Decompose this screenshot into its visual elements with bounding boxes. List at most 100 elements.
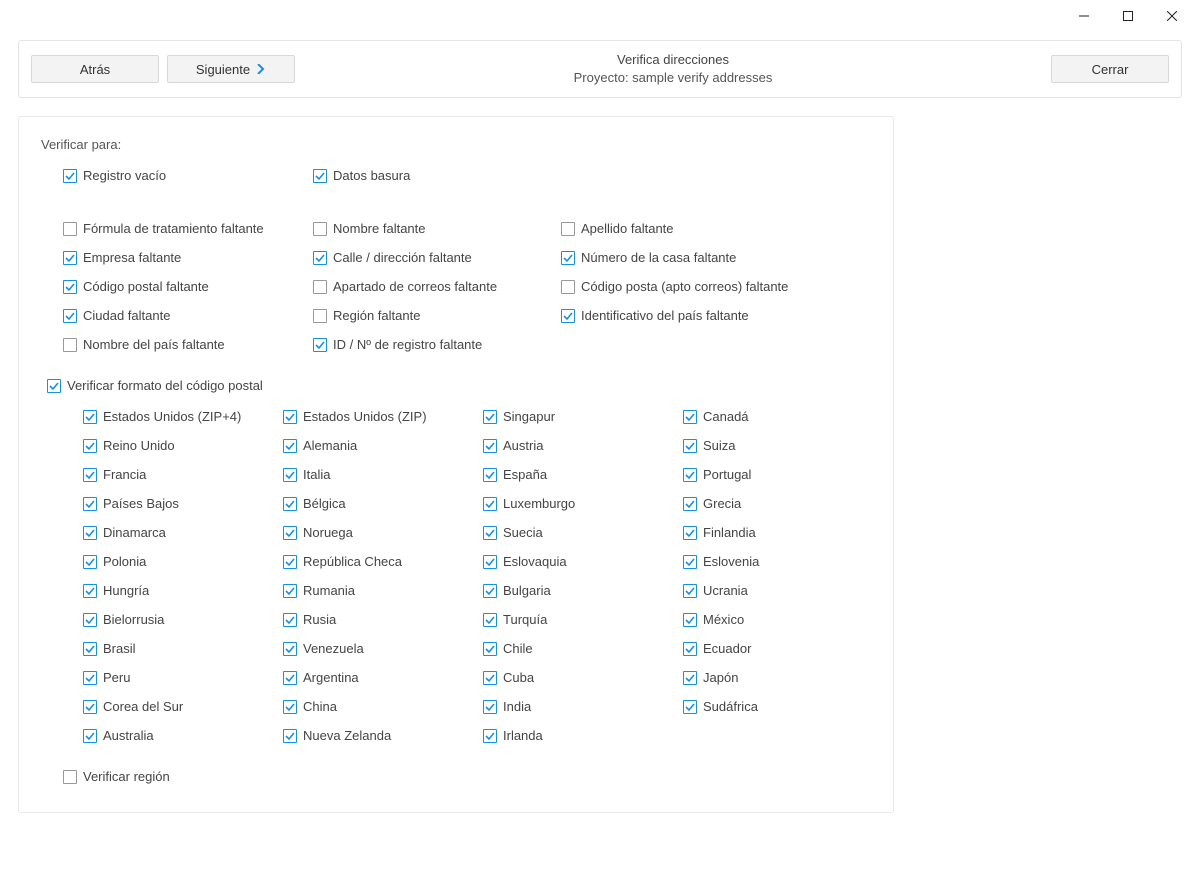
checkbox-company[interactable]: Empresa faltante (63, 250, 313, 265)
checkbox-country-noruega[interactable]: Noruega (283, 525, 483, 540)
checkbox-country-grecia[interactable]: Grecia (683, 496, 883, 511)
checkbox-icon (63, 251, 77, 265)
checkbox-country-australia[interactable]: Australia (83, 728, 283, 743)
checkbox-country-eslovenia[interactable]: Eslovenia (683, 554, 883, 569)
checkbox-country-reino-unido[interactable]: Reino Unido (83, 438, 283, 453)
checkbox-country-b-lgica[interactable]: Bélgica (283, 496, 483, 511)
checkbox-country-argentina[interactable]: Argentina (283, 670, 483, 685)
checkbox-country-jap-n[interactable]: Japón (683, 670, 883, 685)
checkbox-record_id[interactable]: ID / Nº de registro faltante (313, 337, 561, 352)
checkbox-country-finlandia[interactable]: Finlandia (683, 525, 883, 540)
verify-zip-format-label: Verificar formato del código postal (67, 378, 263, 393)
checkbox-country-singapur[interactable]: Singapur (483, 409, 683, 424)
window-close-button[interactable] (1150, 2, 1194, 30)
checkbox-region[interactable]: Región faltante (313, 308, 561, 323)
checks-grid: Registro vacíoDatos basura Fórmula de tra… (63, 168, 871, 352)
checkbox-icon (313, 280, 327, 294)
checkbox-country-hungr-a[interactable]: Hungría (83, 583, 283, 598)
checkbox-country-rumania[interactable]: Rumania (283, 583, 483, 598)
checkbox-country-m-xico[interactable]: México (683, 612, 883, 627)
checkbox-salutation[interactable]: Fórmula de tratamiento faltante (63, 221, 313, 236)
checkbox-country-pa-ses-bajos[interactable]: Países Bajos (83, 496, 283, 511)
checkbox-country-ucrania[interactable]: Ucrania (683, 583, 883, 598)
checkbox-firstname[interactable]: Nombre faltante (313, 221, 561, 236)
checkbox-junk_data[interactable]: Datos basura (313, 168, 561, 183)
checkbox-country-india[interactable]: India (483, 699, 683, 714)
checkbox-icon (483, 700, 497, 714)
checkbox-country-espa-a[interactable]: España (483, 467, 683, 482)
checkbox-country-francia[interactable]: Francia (83, 467, 283, 482)
checkbox-country-eslovaquia[interactable]: Eslovaquia (483, 554, 683, 569)
checkbox-country-china[interactable]: China (283, 699, 483, 714)
checkbox-country-nueva-zelanda[interactable]: Nueva Zelanda (283, 728, 483, 743)
checkbox-country-portugal[interactable]: Portugal (683, 467, 883, 482)
checkbox-country-bielorrusia[interactable]: Bielorrusia (83, 612, 283, 627)
checkbox-icon (683, 700, 697, 714)
checkbox-label: Portugal (703, 467, 751, 482)
checkbox-country-dinamarca[interactable]: Dinamarca (83, 525, 283, 540)
checkbox-label: Ecuador (703, 641, 751, 656)
close-button[interactable]: Cerrar (1051, 55, 1169, 83)
checkbox-lastname[interactable]: Apellido faltante (561, 221, 841, 236)
checkbox-country-estados-unidos-zip-[interactable]: Estados Unidos (ZIP) (283, 409, 483, 424)
checkbox-label: Dinamarca (103, 525, 166, 540)
checkbox-country-italia[interactable]: Italia (283, 467, 483, 482)
checkbox-label: Polonia (103, 554, 146, 569)
checkbox-label: Empresa faltante (83, 250, 181, 265)
checkbox-house_no[interactable]: Número de la casa faltante (561, 250, 841, 265)
checkbox-country-rep-blica-checa[interactable]: República Checa (283, 554, 483, 569)
checkbox-icon (283, 555, 297, 569)
verify-zip-format-checkbox[interactable]: Verificar formato del código postal (47, 378, 871, 393)
checkbox-country-venezuela[interactable]: Venezuela (283, 641, 483, 656)
checkbox-icon (483, 555, 497, 569)
checkbox-label: Bélgica (303, 496, 346, 511)
wizard-header-panel: Atrás Siguiente Verifica direcciones Pro… (18, 40, 1182, 98)
checkbox-label: Japón (703, 670, 738, 685)
checkbox-label: India (503, 699, 531, 714)
checkbox-icon (283, 439, 297, 453)
checkbox-icon (83, 439, 97, 453)
checkbox-pobox_zip[interactable]: Código posta (apto correos) faltante (561, 279, 841, 294)
checkbox-country-suiza[interactable]: Suiza (683, 438, 883, 453)
checkbox-country-rusia[interactable]: Rusia (283, 612, 483, 627)
checkbox-country-austria[interactable]: Austria (483, 438, 683, 453)
checkbox-city[interactable]: Ciudad faltante (63, 308, 313, 323)
checkbox-zip[interactable]: Código postal faltante (63, 279, 313, 294)
checkbox-country-alemania[interactable]: Alemania (283, 438, 483, 453)
checkbox-country-estados-unidos-zip-4-[interactable]: Estados Unidos (ZIP+4) (83, 409, 283, 424)
checkbox-pobox[interactable]: Apartado de correos faltante (313, 279, 561, 294)
checkbox-country-ecuador[interactable]: Ecuador (683, 641, 883, 656)
checkbox-country-chile[interactable]: Chile (483, 641, 683, 656)
checkbox-country-luxemburgo[interactable]: Luxemburgo (483, 496, 683, 511)
window-maximize-button[interactable] (1106, 2, 1150, 30)
checkbox-icon (483, 584, 497, 598)
checkbox-empty_record[interactable]: Registro vacío (63, 168, 313, 183)
checkbox-icon (483, 497, 497, 511)
checkbox-label: Cuba (503, 670, 534, 685)
checkbox-country-suecia[interactable]: Suecia (483, 525, 683, 540)
checkbox-label: Estados Unidos (ZIP) (303, 409, 427, 424)
checkbox-label: Ucrania (703, 583, 748, 598)
checkbox-country-sud-frica[interactable]: Sudáfrica (683, 699, 883, 714)
back-button[interactable]: Atrás (31, 55, 159, 83)
checkbox-label: Nueva Zelanda (303, 728, 391, 743)
checkbox-country_name[interactable]: Nombre del país faltante (63, 337, 313, 352)
checkbox-country-brasil[interactable]: Brasil (83, 641, 283, 656)
checkbox-street[interactable]: Calle / dirección faltante (313, 250, 561, 265)
checkbox-label: República Checa (303, 554, 402, 569)
checkbox-country-canad-[interactable]: Canadá (683, 409, 883, 424)
next-button[interactable]: Siguiente (167, 55, 295, 83)
checkbox-country-peru[interactable]: Peru (83, 670, 283, 685)
wizard-title-block: Verifica direcciones Proyecto: sample ve… (303, 51, 1043, 87)
checkbox-country-irlanda[interactable]: Irlanda (483, 728, 683, 743)
checkbox-country_id[interactable]: Identificativo del país faltante (561, 308, 841, 323)
verify-region-checkbox[interactable]: Verificar región (63, 769, 871, 784)
checkbox-country-polonia[interactable]: Polonia (83, 554, 283, 569)
checkbox-country-cuba[interactable]: Cuba (483, 670, 683, 685)
checkbox-country-turqu-a[interactable]: Turquía (483, 612, 683, 627)
checkbox-country-bulgaria[interactable]: Bulgaria (483, 583, 683, 598)
window-minimize-button[interactable] (1062, 2, 1106, 30)
checkbox-country-corea-del-sur[interactable]: Corea del Sur (83, 699, 283, 714)
checkbox-icon (83, 729, 97, 743)
checkbox-icon (483, 671, 497, 685)
